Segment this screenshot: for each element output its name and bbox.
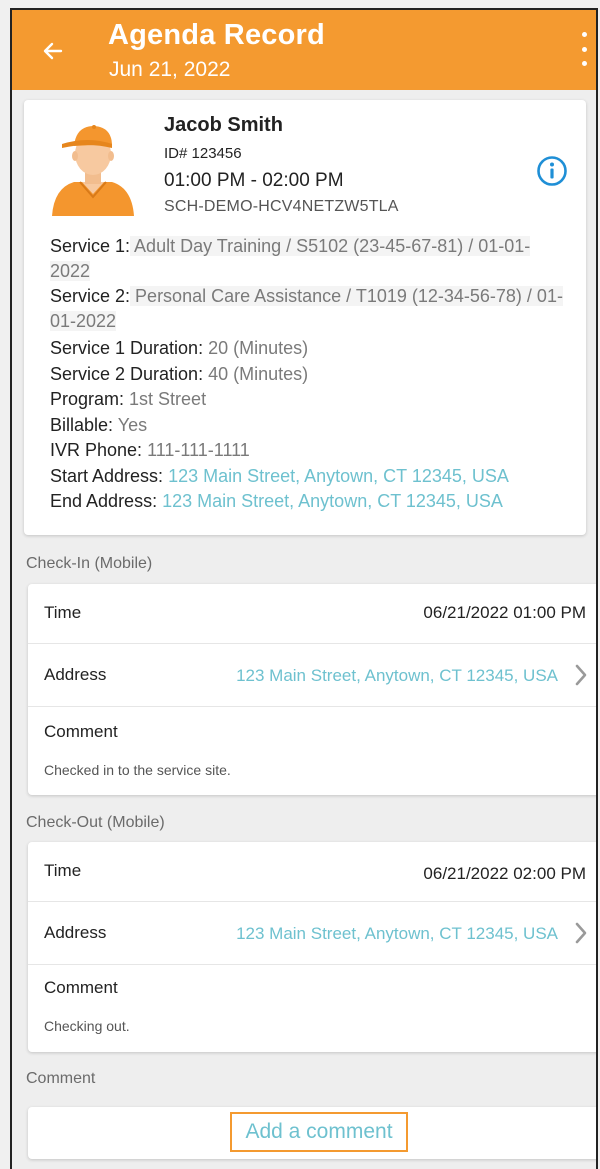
service-2-duration-label: Service 2 Duration: — [50, 363, 204, 384]
chevron-right-icon[interactable] — [574, 664, 588, 686]
checkout-comment-label: Comment — [44, 978, 118, 997]
checkin-address-link[interactable]: 123 Main Street, Anytown, CT 12345, USA — [236, 666, 558, 686]
checkin-comment-label: Comment — [44, 722, 118, 741]
info-icon[interactable] — [536, 155, 568, 187]
checkout-time-label: Time — [44, 861, 82, 880]
checkin-time-value: 06/21/2022 01:00 PM — [423, 603, 586, 622]
checkin-address-row[interactable]: Address 123 Main Street, Anytown, CT 123… — [28, 644, 596, 707]
checkout-comment-text: Checking out. — [44, 1018, 130, 1034]
ivr-phone-value: 111-111-1111 — [142, 440, 250, 460]
service-1-row: Service 1: Adult Day Training / S5102 (2… — [50, 234, 570, 283]
program-label: Program: — [50, 389, 125, 409]
checkout-time-value: 06/21/2022 02:00 PM — [423, 864, 586, 883]
service-2-row: Service 2: Personal Care Assistance / T1… — [50, 284, 570, 333]
service-2-duration-row: Service 2 Duration: 40 (Minutes) — [50, 362, 570, 387]
start-address-row: Start Address: 123 Main Street, Anytown,… — [50, 464, 570, 489]
program-value: 1st Street — [124, 389, 207, 409]
checkin-comment-text: Checked in to the service site. — [44, 762, 231, 778]
checkin-time-label: Time — [44, 603, 82, 622]
end-address-row: End Address: 123 Main Street, Anytown, C… — [50, 489, 570, 514]
schedule-id: SCH-DEMO-HCV4NETZW5TLA — [164, 198, 399, 215]
app-frame: Agenda Record Jun 21, 2022 Jacob Smith I… — [10, 8, 598, 1169]
checkout-time-row: Time 06/21/2022 02:00 PM — [28, 842, 596, 902]
billable-value: Yes — [113, 414, 148, 435]
page-title: Agenda Record — [108, 19, 325, 51]
end-address-label: End Address: — [50, 491, 158, 511]
ivr-phone-row: IVR Phone: 111-111-1111 — [50, 438, 570, 463]
client-id: ID# 123456 — [164, 145, 242, 162]
checkout-section-title: Check-Out (Mobile) — [26, 814, 165, 831]
checkin-panel: Time 06/21/2022 01:00 PM Address 123 Mai… — [28, 584, 596, 795]
chevron-right-icon[interactable] — [574, 922, 588, 944]
more-vertical-icon[interactable] — [576, 32, 592, 66]
add-comment-button[interactable]: Add a comment — [230, 1112, 408, 1152]
checkout-address-label: Address — [44, 923, 107, 942]
service-1-label: Service 1: — [50, 236, 131, 256]
service-2-duration-value: 40 (Minutes) — [203, 363, 309, 384]
arrow-left-icon[interactable] — [38, 36, 68, 66]
billable-label: Billable: — [50, 414, 114, 435]
start-address-label: Start Address: — [50, 465, 164, 486]
service-2-label: Service 2: — [50, 286, 131, 306]
start-address-link[interactable]: 123 Main Street, Anytown, CT 12345, USA — [163, 466, 509, 486]
app-bar: Agenda Record Jun 21, 2022 — [12, 10, 596, 90]
checkout-address-link[interactable]: 123 Main Street, Anytown, CT 12345, USA — [236, 924, 558, 944]
client-card: Jacob Smith ID# 123456 01:00 PM - 02:00 … — [24, 100, 586, 535]
ivr-phone-label: IVR Phone: — [50, 440, 143, 460]
client-name: Jacob Smith — [164, 114, 283, 136]
service-1-duration-label: Service 1 Duration: — [50, 338, 204, 358]
service-1-duration-row: Service 1 Duration: 20 (Minutes) — [50, 336, 570, 361]
service-1-duration-value: 20 (Minutes) — [203, 338, 309, 358]
checkout-address-row[interactable]: Address 123 Main Street, Anytown, CT 123… — [28, 902, 596, 965]
checkin-section-title: Check-In (Mobile) — [26, 555, 153, 572]
checkin-time-row: Time 06/21/2022 01:00 PM — [28, 584, 596, 644]
billable-row: Billable: Yes — [50, 413, 570, 438]
add-comment-card: Add a comment — [28, 1107, 596, 1159]
page-date: Jun 21, 2022 — [109, 58, 231, 81]
appointment-time: 01:00 PM - 02:00 PM — [164, 170, 344, 191]
checkin-address-label: Address — [44, 665, 107, 684]
avatar — [52, 125, 134, 216]
end-address-link[interactable]: 123 Main Street, Anytown, CT 12345, USA — [157, 491, 503, 511]
program-row: Program: 1st Street — [50, 387, 570, 412]
comment-section-title: Comment — [26, 1070, 96, 1087]
checkout-panel: Time 06/21/2022 02:00 PM Address 123 Mai… — [28, 842, 596, 1052]
service-details: Service 1: Adult Day Training / S5102 (2… — [50, 234, 570, 514]
